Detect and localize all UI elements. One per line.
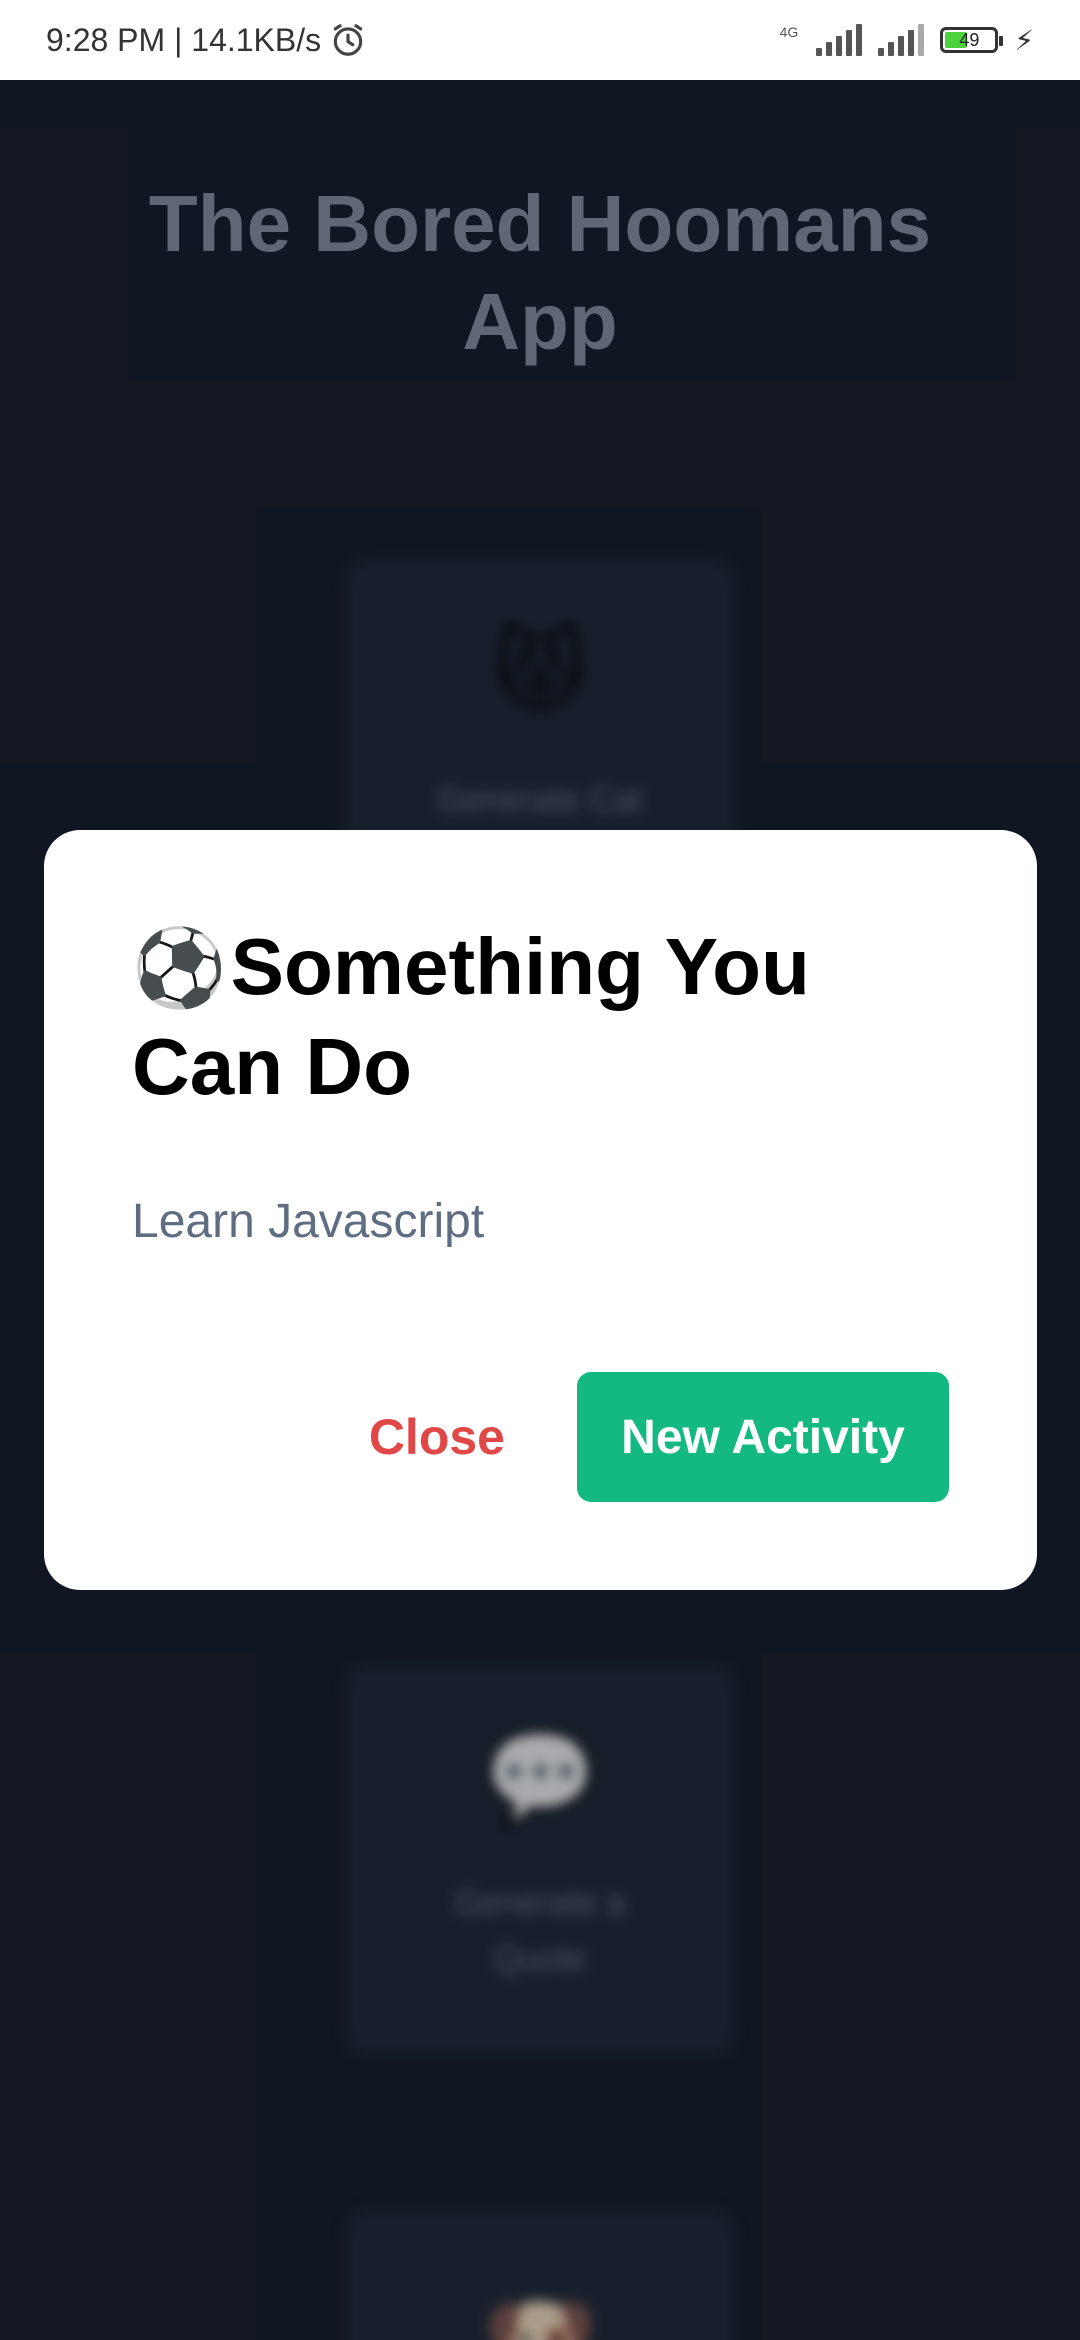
app-screen: 9:28 PM | 14.1KB/s 4G 49 ⚡ The Bored Hoo…	[0, 0, 1080, 2340]
status-time: 9:28 PM | 14.1KB/s	[46, 21, 322, 58]
activity-dialog: ⚽Something You Can Do Learn Javascript C…	[44, 830, 1037, 1590]
dialog-title-text: Something You Can Do	[132, 922, 810, 1111]
battery-percent: 49	[959, 29, 980, 50]
alarm-clock-icon	[333, 24, 363, 56]
status-right: 4G 49 ⚡	[780, 24, 1034, 57]
activity-text: Learn Javascript	[132, 1195, 485, 1248]
close-button[interactable]: Close	[369, 1408, 505, 1466]
signal-strength-icon-2	[878, 24, 925, 56]
battery-icon: 49	[940, 27, 1004, 53]
dialog-actions: Close New Activity	[369, 1372, 949, 1502]
status-bar: 9:28 PM | 14.1KB/s 4G 49 ⚡	[0, 0, 1080, 80]
signal-strength-icon	[816, 24, 863, 56]
new-activity-button[interactable]: New Activity	[577, 1372, 949, 1502]
lightning-bolt-icon: ⚡	[1014, 24, 1034, 56]
dialog-title: ⚽Something You Can Do	[132, 918, 949, 1116]
soccer-ball-icon: ⚽	[132, 926, 227, 1011]
network-type: 4G	[779, 23, 799, 40]
status-left: 9:28 PM | 14.1KB/s	[46, 21, 367, 59]
